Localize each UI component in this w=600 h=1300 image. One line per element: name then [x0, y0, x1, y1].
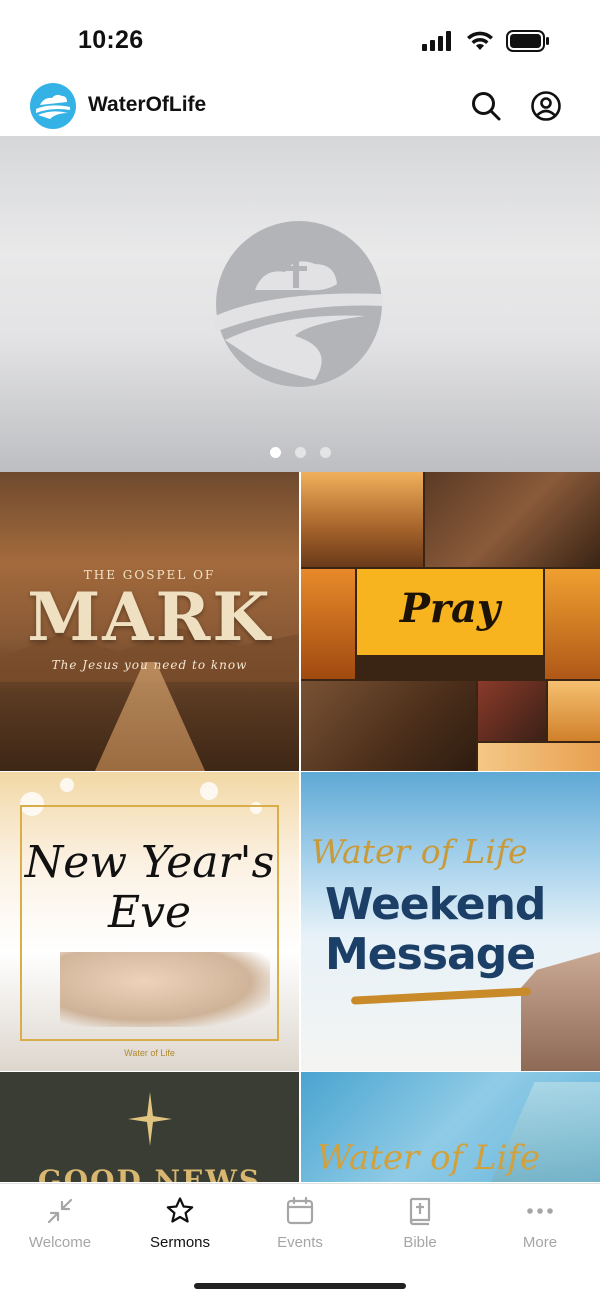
account-button[interactable] [530, 90, 562, 122]
status-icons [422, 30, 550, 52]
sermon-script-title: Water of Life [311, 832, 528, 871]
church-logo-icon [215, 221, 383, 387]
app-header: WaterOfLife [0, 78, 600, 136]
tab-label: More [522, 1234, 558, 1251]
collage-photo [545, 569, 600, 679]
sparkle [60, 778, 74, 792]
tab-welcome[interactable]: Welcome [0, 1196, 120, 1252]
tab-more[interactable]: More [480, 1196, 600, 1252]
star-icon [166, 1197, 194, 1223]
bible-icon [409, 1197, 431, 1226]
tab-events[interactable]: Events [240, 1196, 360, 1252]
collage-photo [301, 472, 423, 567]
sermon-title: MARK [27, 578, 272, 656]
sermon-tile-mark[interactable]: THE GOSPEL OF MARK The Jesus you need to… [0, 472, 299, 771]
sermon-tagline: The Jesus you need to know [51, 658, 248, 672]
collage-photo [478, 743, 600, 771]
tile-footer-logo: Water of Life [124, 1048, 175, 1058]
carousel-dot[interactable] [269, 447, 281, 458]
brush-stroke [350, 987, 532, 1005]
tab-label: Events [277, 1234, 323, 1251]
collage-photo [301, 681, 476, 771]
writing-hand-image [60, 952, 270, 1027]
account-icon [531, 91, 561, 121]
status-time: 10:26 [78, 26, 144, 54]
sparkle [200, 782, 218, 800]
carousel-dot[interactable] [294, 447, 306, 458]
sermon-title: Pray [399, 585, 501, 632]
tab-sermons[interactable]: Sermons [120, 1196, 240, 1252]
tab-label: Bible [403, 1234, 437, 1251]
carousel-dots[interactable] [0, 447, 600, 458]
collage-photo [301, 569, 355, 679]
sermon-tile-pray[interactable]: Pray [301, 472, 600, 771]
collage-photo [478, 681, 546, 741]
star-icon [128, 1092, 172, 1146]
status-bar: 10:26 [0, 0, 600, 78]
hero-carousel[interactable] [0, 136, 600, 472]
signal-icon [422, 31, 451, 51]
calendar-icon [286, 1196, 314, 1225]
tab-bible[interactable]: Bible [360, 1196, 480, 1252]
carousel-dot[interactable] [319, 447, 331, 458]
sermon-script-title: Water of Life [317, 1138, 541, 1178]
sermon-tile-good-news[interactable]: GOOD NEWS [0, 1072, 299, 1182]
search-button[interactable] [470, 90, 502, 122]
wifi-icon [467, 31, 493, 50]
sermon-tile-new-years-eve[interactable]: New Year's Eve Water of Life [0, 772, 299, 1071]
sermon-title: New Year's Eve [24, 837, 275, 938]
sermon-title: GOOD NEWS [37, 1164, 262, 1182]
tab-label: Sermons [149, 1234, 211, 1251]
app-logo [30, 83, 76, 129]
app-title: WaterOfLife [88, 93, 207, 116]
tab-label: Welcome [28, 1234, 92, 1251]
sermon-tile-water-of-life[interactable]: Water of Life [301, 1072, 600, 1182]
more-icon [527, 1208, 553, 1214]
search-icon [472, 92, 501, 121]
sermon-title: Weekend Message [325, 879, 546, 980]
tab-bar: Welcome Sermons Events Bible More [0, 1183, 600, 1300]
arrows-collapse-icon [47, 1198, 73, 1224]
collage-photo [425, 472, 600, 567]
battery-icon [506, 30, 549, 52]
home-indicator[interactable] [194, 1283, 406, 1289]
collage-photo [548, 681, 600, 741]
sermon-tile-weekend-message[interactable]: Water of Life Weekend Message [301, 772, 600, 1071]
